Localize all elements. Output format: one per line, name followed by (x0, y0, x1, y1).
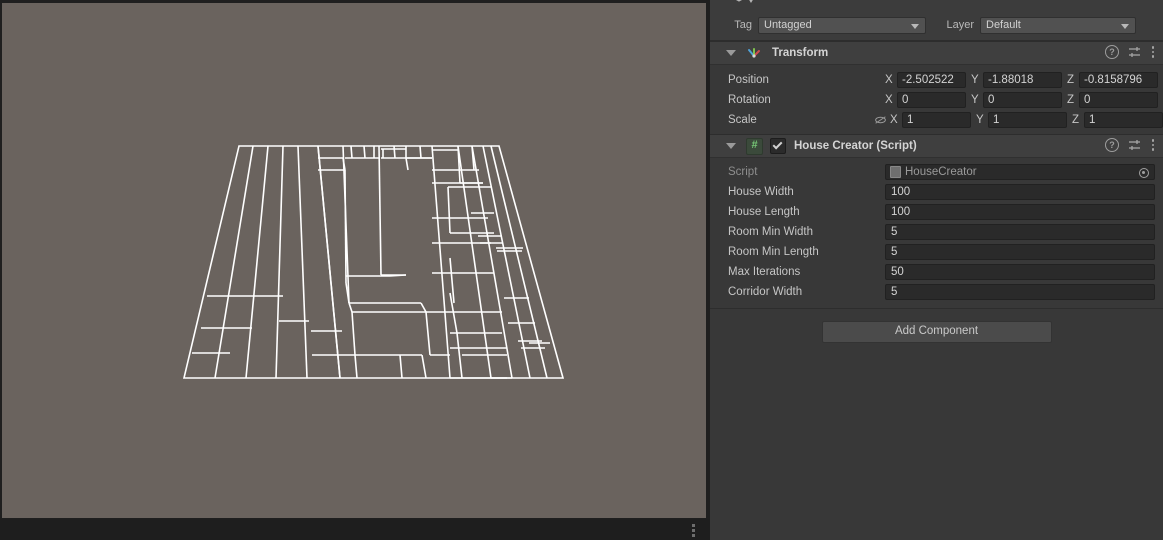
position-y-input[interactable]: -1.88018 (983, 72, 1062, 88)
foldout-arrow-icon[interactable] (726, 143, 736, 149)
axis-x-label: X (885, 94, 893, 106)
house-creator-header[interactable]: # House Creator (Script) ? (710, 134, 1163, 158)
component-transform: Transform ? Position X -2.502522 Y -1.88… (710, 41, 1163, 130)
preset-icon[interactable] (1128, 45, 1142, 59)
axis-y-label: Y (976, 114, 984, 126)
more-menu-icon[interactable] (1151, 138, 1155, 152)
room-min-length-label: Room Min Length (728, 246, 819, 258)
position-z-input[interactable]: -0.8158796 (1079, 72, 1158, 88)
rotation-z-input[interactable]: 0 (1079, 92, 1158, 108)
panel-resize-handle-icon[interactable] (692, 524, 696, 537)
position-label: Position (728, 74, 769, 86)
inspector-object-header: House Creator Static Tag Untagged Layer … (710, 0, 1163, 41)
room-min-width-input[interactable]: 5 (885, 224, 1155, 240)
gameobject-cube-icon (735, 0, 753, 3)
room-min-length-row: Room Min Length 5 (710, 242, 1163, 262)
transform-scale-row: Scale X 1 Y 1 Z 1 (710, 110, 1163, 130)
house-width-row: House Width 100 (710, 182, 1163, 202)
house-length-input[interactable]: 100 (885, 204, 1155, 220)
layer-dropdown[interactable]: Default (980, 16, 1136, 34)
help-icon[interactable]: ? (1105, 138, 1119, 152)
help-icon[interactable]: ? (1105, 45, 1119, 59)
script-asset-icon (890, 166, 901, 178)
axis-z-label: Z (1067, 74, 1075, 86)
transform-header-icons: ? (1105, 45, 1155, 59)
transform-axis-icon (748, 48, 760, 58)
scene-bottom-bar (0, 519, 710, 540)
tag-label: Tag (734, 19, 752, 31)
tag-dropdown[interactable]: Untagged (758, 16, 926, 34)
script-object-field[interactable]: HouseCreator (885, 164, 1155, 180)
tag-layer-row: Tag Untagged Layer Default (710, 14, 1163, 36)
position-x-input[interactable]: -2.502522 (897, 72, 966, 88)
house-length-label: House Length (728, 206, 800, 218)
more-menu-icon[interactable] (1151, 45, 1155, 59)
rotation-label: Rotation (728, 94, 771, 106)
axis-x-label: X (885, 74, 893, 86)
scale-label: Scale (728, 114, 757, 126)
csharp-script-icon: # (746, 137, 763, 155)
corridor-width-input[interactable]: 5 (885, 284, 1155, 300)
component-house-creator: # House Creator (Script) ? Script HouseC… (710, 134, 1163, 355)
house-floorplan-render (182, 145, 565, 379)
rotation-x-input[interactable]: 0 (897, 92, 966, 108)
chevron-down-icon (911, 23, 919, 29)
scale-x-input[interactable]: 1 (902, 112, 971, 128)
house-width-input[interactable]: 100 (885, 184, 1155, 200)
scale-vector-field[interactable]: X 1 Y 1 Z 1 (890, 112, 1163, 128)
layer-label: Layer (946, 19, 974, 31)
house-creator-header-icons: ? (1105, 138, 1155, 152)
script-value: HouseCreator (905, 166, 977, 178)
axis-x-label: X (890, 114, 898, 126)
scale-y-input[interactable]: 1 (988, 112, 1067, 128)
layer-value: Default (986, 19, 1021, 31)
house-creator-title: House Creator (Script) (794, 140, 917, 152)
scale-z-input[interactable]: 1 (1084, 112, 1163, 128)
transform-title: Transform (772, 47, 829, 59)
corridor-width-label: Corridor Width (728, 286, 803, 298)
room-min-width-label: Room Min Width (728, 226, 813, 238)
max-iterations-row: Max Iterations 50 (710, 262, 1163, 282)
room-min-length-input[interactable]: 5 (885, 244, 1155, 260)
axis-z-label: Z (1072, 114, 1080, 126)
max-iterations-label: Max Iterations (728, 266, 801, 278)
rotation-y-input[interactable]: 0 (983, 92, 1062, 108)
transform-rotation-row: Rotation X 0 Y 0 Z 0 (710, 90, 1163, 110)
rotation-vector-field[interactable]: X 0 Y 0 Z 0 (885, 92, 1158, 108)
position-vector-field[interactable]: X -2.502522 Y -1.88018 Z -0.8158796 (885, 72, 1158, 88)
inspector-panel: House Creator Static Tag Untagged Layer … (710, 0, 1163, 540)
axis-y-label: Y (971, 74, 979, 86)
corridor-width-row: Corridor Width 5 (710, 282, 1163, 302)
chevron-down-icon (1121, 23, 1129, 29)
add-component-button[interactable]: Add Component (821, 321, 1052, 343)
transform-header[interactable]: Transform ? (710, 41, 1163, 65)
scene-view-panel[interactable] (0, 0, 710, 540)
object-name-row: House Creator Static (710, 0, 1163, 12)
foldout-arrow-icon[interactable] (726, 50, 736, 56)
unity-editor-window: House Creator Static Tag Untagged Layer … (0, 0, 1163, 540)
axis-y-label: Y (971, 94, 979, 106)
add-component-zone: Add Component (710, 309, 1163, 355)
house-length-row: House Length 100 (710, 202, 1163, 222)
preset-icon[interactable] (1128, 138, 1142, 152)
max-iterations-input[interactable]: 50 (885, 264, 1155, 280)
room-min-width-row: Room Min Width 5 (710, 222, 1163, 242)
scene-viewport[interactable] (2, 3, 706, 518)
axis-z-label: Z (1067, 94, 1075, 106)
unlinked-scale-icon[interactable] (874, 114, 887, 126)
transform-position-row: Position X -2.502522 Y -1.88018 Z -0.815… (710, 70, 1163, 90)
house-width-label: House Width (728, 186, 794, 198)
script-row: Script HouseCreator (710, 162, 1163, 182)
house-creator-enabled-checkbox[interactable] (770, 138, 786, 154)
tag-value: Untagged (764, 19, 812, 31)
script-label: Script (728, 166, 758, 178)
object-picker-icon[interactable] (1139, 168, 1149, 178)
